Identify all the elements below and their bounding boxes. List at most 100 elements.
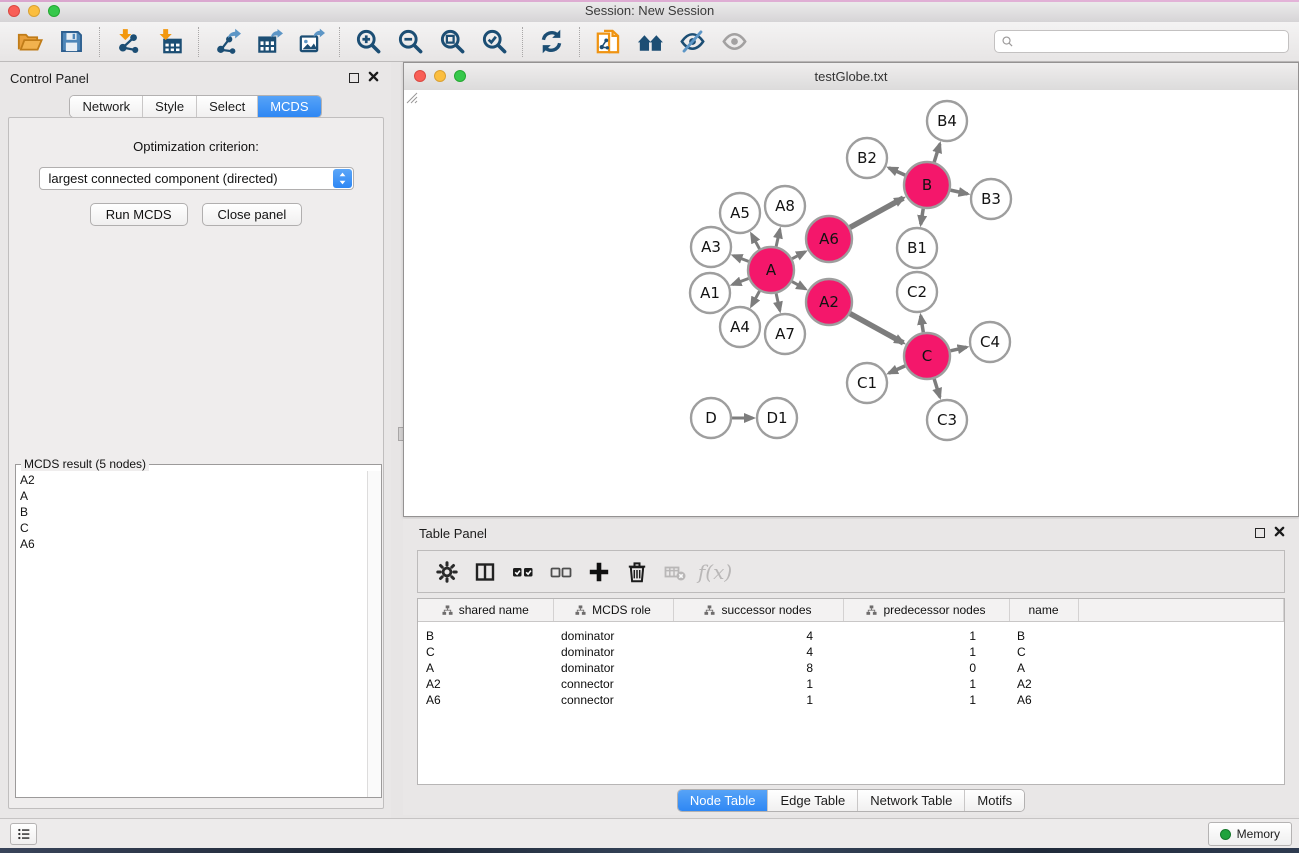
graph-node-B2[interactable]: B2 xyxy=(847,138,887,178)
graph-node-C1[interactable]: C1 xyxy=(847,363,887,403)
graph-edge-A-A6[interactable] xyxy=(792,252,805,259)
column-header-shared-name[interactable]: shared name xyxy=(418,599,553,622)
table-cell[interactable]: 4 xyxy=(673,644,843,660)
tab-network[interactable]: Network xyxy=(70,96,142,117)
tab-edge-table[interactable]: Edge Table xyxy=(767,790,857,811)
select-all-rows-button[interactable] xyxy=(506,555,540,589)
table-cell[interactable]: connector xyxy=(553,692,673,708)
mcds-result-item[interactable]: A xyxy=(20,488,381,504)
run-mcds-button[interactable]: Run MCDS xyxy=(90,203,188,226)
table-cell[interactable]: B xyxy=(418,622,553,645)
task-history-button[interactable] xyxy=(10,823,37,845)
table-cell[interactable]: dominator xyxy=(553,622,673,645)
table-row[interactable]: Adominator80A xyxy=(418,660,1284,676)
close-panel-button[interactable]: Close panel xyxy=(202,203,303,226)
toggle-column-display-button[interactable] xyxy=(468,555,502,589)
graph-edge-A-A5[interactable] xyxy=(751,234,759,249)
graph-edge-A2-C[interactable] xyxy=(850,314,903,343)
import-table-from-file-button[interactable] xyxy=(152,25,188,59)
table-row[interactable]: Bdominator41B xyxy=(418,622,1284,645)
zoom-fit-content-button[interactable] xyxy=(434,25,470,59)
mcds-result-item[interactable]: B xyxy=(20,504,381,520)
column-header-name[interactable]: name xyxy=(1009,599,1078,622)
tab-motifs[interactable]: Motifs xyxy=(964,790,1024,811)
memory-button[interactable]: Memory xyxy=(1208,822,1292,846)
graph-node-C2[interactable]: C2 xyxy=(897,272,937,312)
table-cell[interactable]: A6 xyxy=(1009,692,1078,708)
table-row[interactable]: Cdominator41C xyxy=(418,644,1284,660)
graph-edge-C-C1[interactable] xyxy=(889,366,905,373)
graph-edge-B-B1[interactable] xyxy=(921,209,923,225)
export-image-button[interactable] xyxy=(293,25,329,59)
table-cell[interactable]: A xyxy=(418,660,553,676)
graph-edge-A-A3[interactable] xyxy=(733,256,748,262)
zoom-selected-button[interactable] xyxy=(476,25,512,59)
search-field[interactable] xyxy=(994,30,1289,53)
tab-mcds[interactable]: MCDS xyxy=(257,96,320,117)
create-new-column-button[interactable] xyxy=(582,555,616,589)
table-cell[interactable]: 0 xyxy=(843,660,1009,676)
apply-preferred-layout-button[interactable] xyxy=(533,25,569,59)
graph-edge-A-A8[interactable] xyxy=(776,229,780,246)
column-header-successor-nodes[interactable]: successor nodes xyxy=(673,599,843,622)
table-cell[interactable]: 1 xyxy=(843,622,1009,645)
graph-node-B4[interactable]: B4 xyxy=(927,101,967,141)
graph-node-A1[interactable]: A1 xyxy=(690,273,730,313)
graph-node-A[interactable]: A xyxy=(748,247,794,293)
import-network-from-file-button[interactable] xyxy=(110,25,146,59)
tab-select[interactable]: Select xyxy=(196,96,257,117)
table-cell[interactable]: A2 xyxy=(418,676,553,692)
table-row[interactable]: A6connector11A6 xyxy=(418,692,1284,708)
tab-style[interactable]: Style xyxy=(142,96,196,117)
deselect-all-rows-button[interactable] xyxy=(544,555,578,589)
table-cell[interactable]: dominator xyxy=(553,660,673,676)
float-table-panel-icon[interactable] xyxy=(1255,528,1265,538)
save-session-button[interactable] xyxy=(53,25,89,59)
zoom-out-button[interactable] xyxy=(392,25,428,59)
graph-edge-C-C2[interactable] xyxy=(921,316,924,333)
table-cell[interactable]: A6 xyxy=(418,692,553,708)
graph-node-A4[interactable]: A4 xyxy=(720,307,760,347)
table-row[interactable]: A2connector11A2 xyxy=(418,676,1284,692)
graph-node-B[interactable]: B xyxy=(904,162,950,208)
new-network-from-selection-button[interactable] xyxy=(590,25,626,59)
table-cell[interactable]: A xyxy=(1009,660,1078,676)
network-canvas[interactable]: B4B2BB3A5A8A6A3B1AA1C2A4A7A2C4CC1C3DD1 xyxy=(404,90,1298,516)
table-cell[interactable]: dominator xyxy=(553,644,673,660)
tab-node-table[interactable]: Node Table xyxy=(678,790,768,811)
graph-edge-A-A2[interactable] xyxy=(792,282,805,289)
window-resize-grip[interactable] xyxy=(404,90,418,104)
graph-node-A5[interactable]: A5 xyxy=(720,193,760,233)
tab-network-table[interactable]: Network Table xyxy=(857,790,964,811)
table-cell[interactable]: 1 xyxy=(843,676,1009,692)
graph-node-A3[interactable]: A3 xyxy=(691,227,731,267)
table-cell[interactable]: 8 xyxy=(673,660,843,676)
graph-edge-A6-B[interactable] xyxy=(850,198,903,227)
float-panel-icon[interactable] xyxy=(349,73,359,83)
column-header-predecessor-nodes[interactable]: predecessor nodes xyxy=(843,599,1009,622)
hide-graphics-details-button[interactable] xyxy=(674,25,710,59)
graph-node-D[interactable]: D xyxy=(691,398,731,438)
table-cell[interactable]: 1 xyxy=(843,692,1009,708)
table-cell[interactable]: connector xyxy=(553,676,673,692)
zoom-in-button[interactable] xyxy=(350,25,386,59)
mcds-result-item[interactable]: A2 xyxy=(20,472,381,488)
delete-columns-button[interactable] xyxy=(620,555,654,589)
first-neighbors-button[interactable] xyxy=(632,25,668,59)
graph-node-A8[interactable]: A8 xyxy=(765,186,805,226)
table-cell[interactable]: C xyxy=(1009,644,1078,660)
graph-edge-B-B3[interactable] xyxy=(950,190,967,194)
table-cell[interactable]: 1 xyxy=(673,692,843,708)
graph-node-B3[interactable]: B3 xyxy=(971,179,1011,219)
export-table-button[interactable] xyxy=(251,25,287,59)
graph-node-B1[interactable]: B1 xyxy=(897,228,937,268)
close-table-panel-icon[interactable] xyxy=(1274,526,1287,539)
column-header-mcds-role[interactable]: MCDS role xyxy=(553,599,673,622)
export-network-button[interactable] xyxy=(209,25,245,59)
graph-node-A6[interactable]: A6 xyxy=(806,216,852,262)
table-cell[interactable]: 1 xyxy=(843,644,1009,660)
graph-node-D1[interactable]: D1 xyxy=(757,398,797,438)
graph-edge-C-C3[interactable] xyxy=(934,379,940,397)
graph-node-A7[interactable]: A7 xyxy=(765,314,805,354)
graph-edge-C-C4[interactable] xyxy=(950,347,966,351)
